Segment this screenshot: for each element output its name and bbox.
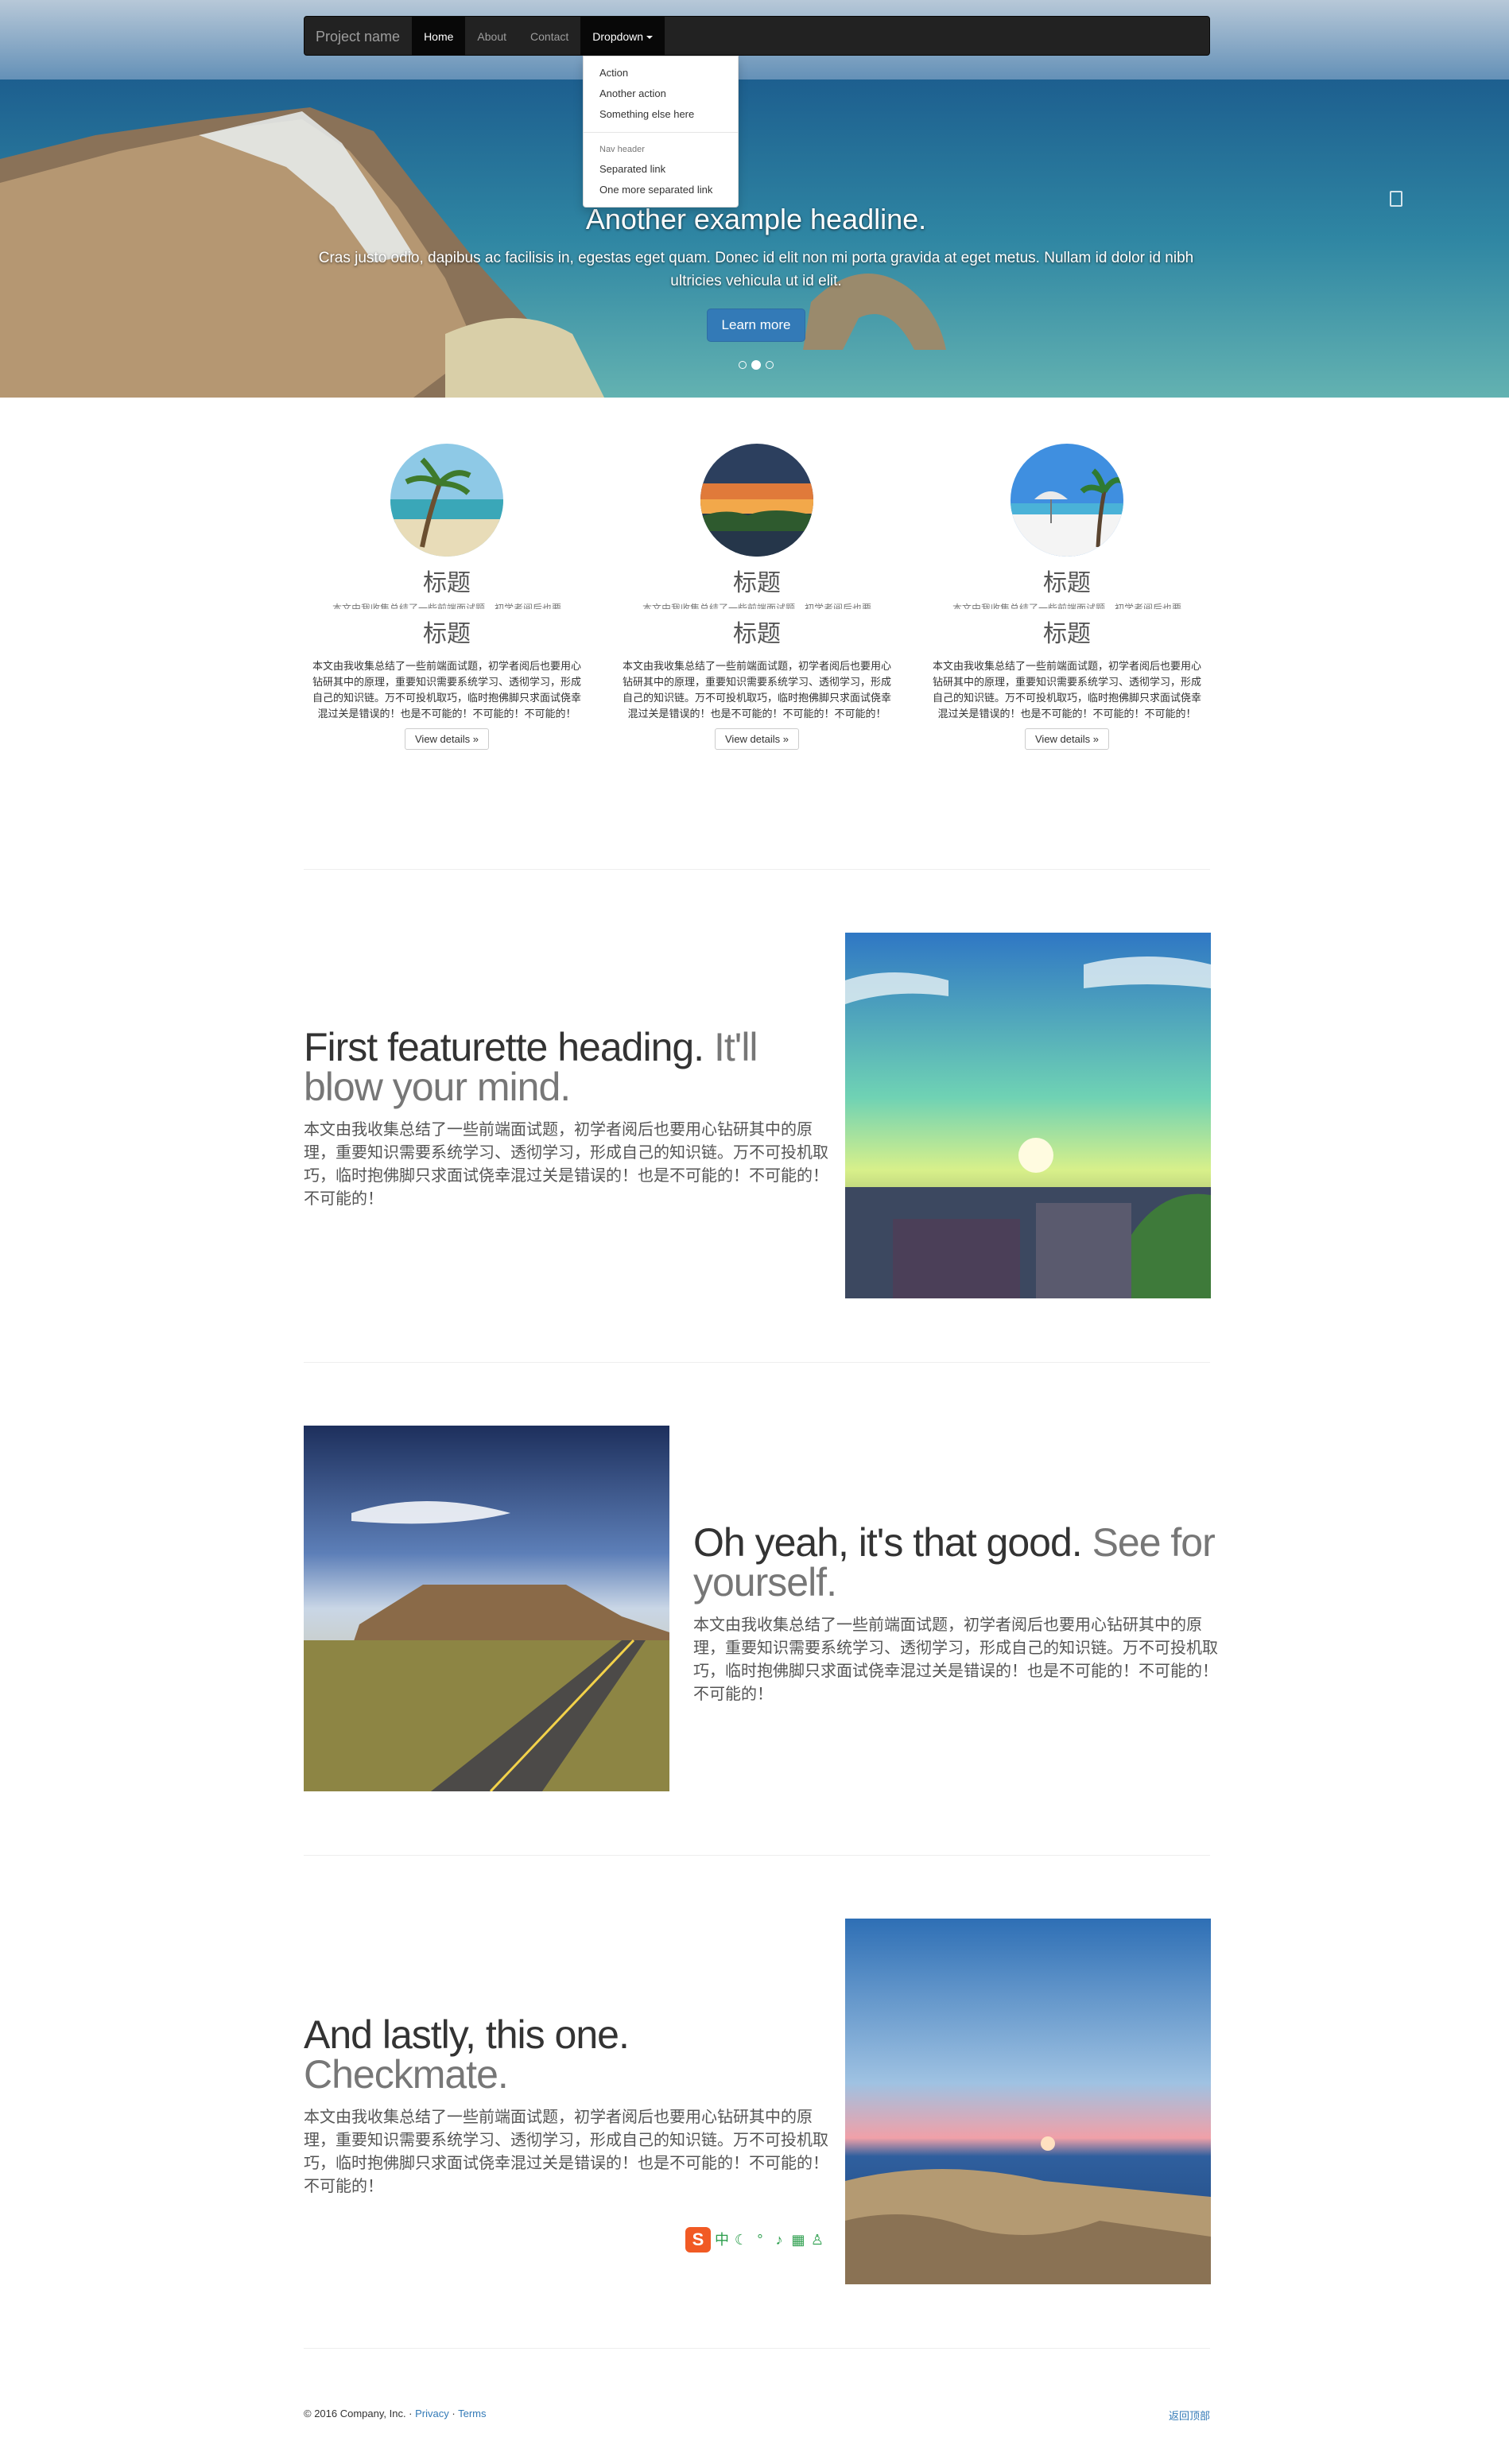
view-details-button[interactable]: View details » — [715, 728, 799, 750]
featurette-heading-main: And lastly, this one. — [304, 2012, 630, 2057]
column-title-secondary: 标题 — [423, 621, 471, 647]
brand-link[interactable]: Project name — [305, 17, 412, 55]
footer-terms-link[interactable]: Terms — [458, 2408, 486, 2419]
user-icon[interactable]: ♙ — [809, 2232, 825, 2248]
dropdown-item-action[interactable]: Action — [584, 63, 738, 83]
column-title-secondary: 标题 — [733, 621, 781, 647]
view-details-button[interactable]: View details » — [1025, 728, 1109, 750]
column-image-tropical-umbrella — [1011, 444, 1123, 557]
carousel-indicator-1[interactable] — [739, 361, 747, 369]
featurette-text: First featurette heading. It'll blow you… — [304, 1027, 828, 1210]
ime-logo-icon[interactable]: S — [685, 2227, 711, 2253]
featurette-heading-main: First featurette heading. — [304, 1025, 704, 1069]
column-text: 本文由我收集总结了一些前端面试题，初学者阅后也要用心钻研其中的原理，重要知识需要… — [622, 660, 891, 720]
carousel: Another example headline. Cras justo odi… — [0, 0, 1509, 398]
marketing-column: 标题 本文由我收集总结了一些前端面试题，初学者阅后也要 标题 本文由我收集总结了… — [304, 444, 590, 750]
footer-divider — [304, 2348, 1210, 2349]
featurette-text: And lastly, this one. Checkmate. 本文由我收集总… — [304, 2015, 828, 2198]
column-title: 标题 — [733, 570, 781, 596]
dropdown-menu: Action Another action Something else her… — [583, 56, 739, 208]
learn-more-button[interactable]: Learn more — [706, 308, 806, 342]
carousel-text: Cras justo odio, dapibus ac facilisis in… — [318, 250, 1194, 289]
ime-mode-label[interactable]: 中 — [714, 2232, 730, 2248]
ime-toolbar[interactable]: S 中 ☾ ° ♪ ▦ ♙ — [685, 2226, 843, 2253]
column-text: 本文由我收集总结了一些前端面试题，初学者阅后也要用心钻研其中的原理，重要知识需要… — [312, 660, 581, 720]
featurette-text: Oh yeah, it's that good. See for yoursel… — [693, 1523, 1218, 1705]
nav-item-about[interactable]: About — [465, 17, 518, 55]
column-image-beach-palm — [390, 444, 503, 557]
dropdown-item-another-action[interactable]: Another action — [584, 83, 738, 104]
column-text: 本文由我收集总结了一些前端面试题，初学者阅后也要用心钻研其中的原理，重要知识需要… — [932, 660, 1201, 720]
carousel-next-icon[interactable] — [1390, 191, 1402, 207]
carousel-indicator-3[interactable] — [766, 361, 774, 369]
back-to-top-link[interactable]: 返回顶部 — [1169, 2408, 1210, 2423]
navbar: Project name Home About Contact Dropdown — [304, 16, 1210, 56]
footer: © 2016 Company, Inc. · Privacy · Terms 返… — [304, 2408, 1210, 2422]
featurette-heading-main: Oh yeah, it's that good. — [693, 1520, 1083, 1565]
column-overlap-text: 本文由我收集总结了一些前端面试题，初学者阅后也要 — [952, 603, 1181, 609]
column-title-secondary: 标题 — [1043, 621, 1091, 647]
dropdown-item-something-else[interactable]: Something else here — [584, 104, 738, 125]
view-details-button[interactable]: View details » — [405, 728, 489, 750]
featurette-heading: First featurette heading. It'll blow you… — [304, 1027, 828, 1107]
featurette-divider — [304, 869, 1210, 870]
dropdown-item-one-more-separated-link[interactable]: One more separated link — [584, 180, 738, 200]
featurette-heading: Oh yeah, it's that good. See for yoursel… — [693, 1523, 1218, 1602]
featurette-lead: 本文由我收集总结了一些前端面试题，初学者阅后也要用心钻研其中的原理，重要知识需要… — [693, 1615, 1218, 1703]
nav-item-home[interactable]: Home — [412, 17, 466, 55]
column-image-sunset-lake — [700, 444, 813, 557]
microphone-icon[interactable]: ♪ — [771, 2232, 787, 2248]
punctuation-icon[interactable]: ° — [752, 2232, 768, 2248]
carousel-indicator-2[interactable] — [751, 360, 761, 370]
featurette-heading-muted: Checkmate. — [304, 2052, 509, 2097]
keyboard-icon[interactable]: ▦ — [790, 2232, 806, 2248]
featurette-lead: 本文由我收集总结了一些前端面试题，初学者阅后也要用心钻研其中的原理，重要知识需要… — [304, 1119, 828, 1208]
featurette-image-desert-road — [304, 1426, 669, 1791]
dropdown-header: Nav header — [599, 145, 645, 154]
marketing-column: 标题 本文由我收集总结了一些前端面试题，初学者阅后也要 标题 本文由我收集总结了… — [614, 444, 900, 750]
column-overlap-text: 本文由我收集总结了一些前端面试题，初学者阅后也要 — [642, 603, 871, 609]
nav-item-contact[interactable]: Contact — [518, 17, 580, 55]
carousel-indicators — [739, 360, 774, 370]
column-title: 标题 — [423, 570, 471, 596]
carousel-headline: Another example headline. — [585, 203, 927, 235]
featurette-image-anime-sunrise — [845, 933, 1211, 1298]
dropdown-item-separated-link[interactable]: Separated link — [584, 159, 738, 180]
featurette-divider — [304, 1362, 1210, 1363]
carousel-caption: Another example headline. Cras justo odi… — [304, 200, 1208, 342]
caret-down-icon — [646, 36, 654, 40]
footer-privacy-link[interactable]: Privacy — [415, 2408, 449, 2419]
featurette-lead: 本文由我收集总结了一些前端面试题，初学者阅后也要用心钻研其中的原理，重要知识需要… — [304, 2107, 828, 2195]
featurette-divider — [304, 1855, 1210, 1856]
footer-copyright: © 2016 Company, Inc. · — [304, 2408, 413, 2419]
dropdown-divider — [584, 132, 738, 133]
marketing-column: 标题 本文由我收集总结了一些前端面试题，初学者阅后也要 标题 本文由我收集总结了… — [924, 444, 1210, 750]
featurette-image-seaside-sunset — [845, 1919, 1211, 2284]
footer-separator: · — [452, 2408, 456, 2419]
dropdown-label: Dropdown — [592, 30, 644, 43]
featurette-heading: And lastly, this one. Checkmate. — [304, 2015, 828, 2094]
column-title: 标题 — [1043, 570, 1091, 596]
nav-item-dropdown[interactable]: Dropdown — [580, 17, 665, 55]
moon-icon[interactable]: ☾ — [733, 2232, 749, 2248]
column-overlap-text: 本文由我收集总结了一些前端面试题，初学者阅后也要 — [332, 603, 561, 609]
